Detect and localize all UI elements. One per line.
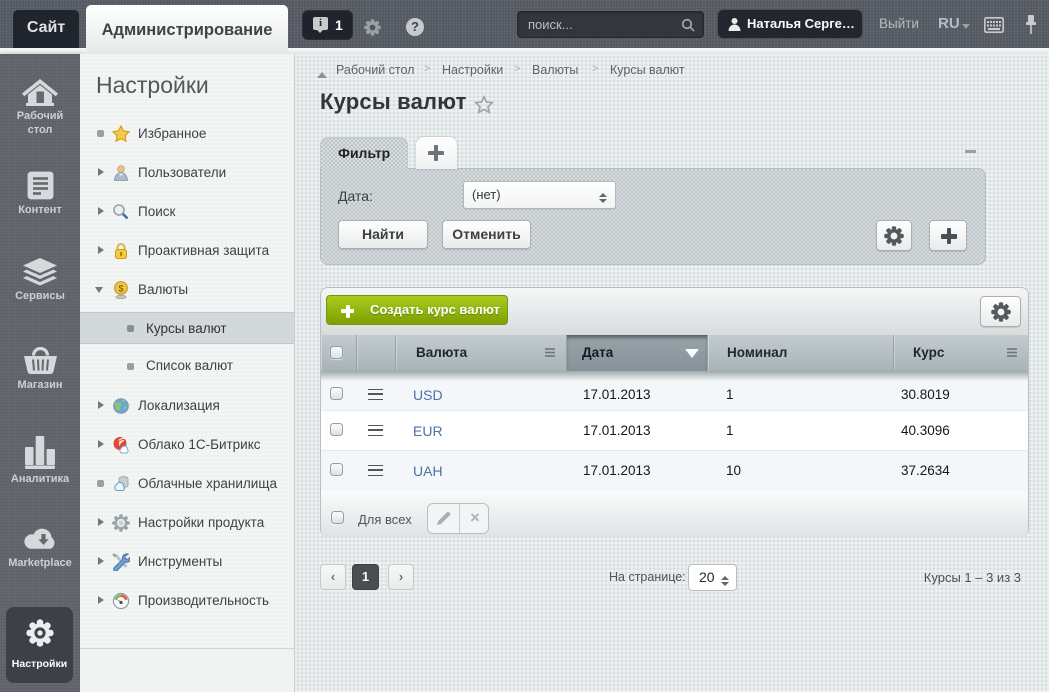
svg-text:$: $ bbox=[118, 283, 124, 294]
